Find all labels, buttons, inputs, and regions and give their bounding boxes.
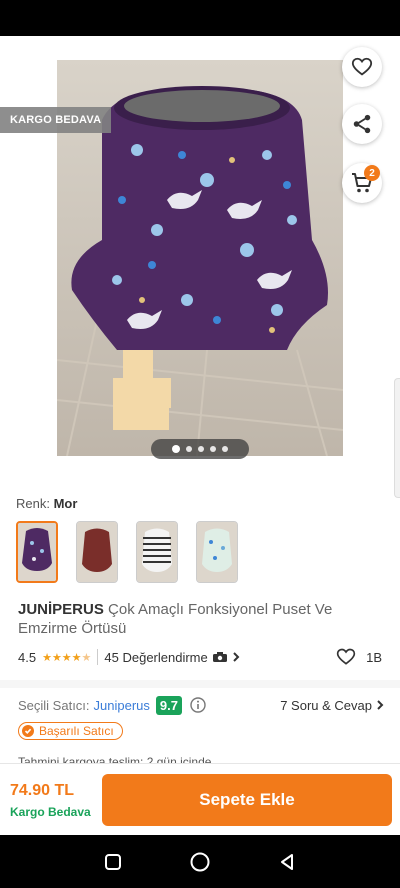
color-label: Renk: Mor bbox=[16, 496, 384, 511]
pager-dot[interactable] bbox=[210, 446, 216, 452]
chevron-right-icon bbox=[233, 652, 240, 662]
pager-dot[interactable] bbox=[222, 446, 228, 452]
bottom-purchase-bar: 74.90 TL Kargo Bedava Sepete Ekle bbox=[0, 763, 400, 835]
questions-count: 7 Soru & Cevap bbox=[280, 697, 372, 713]
section-divider bbox=[0, 680, 400, 688]
side-scroll-handle[interactable] bbox=[394, 378, 400, 498]
successful-seller-label: Başarılı Satıcı bbox=[39, 724, 114, 738]
free-shipping-badge: KARGO BEDAVA bbox=[0, 107, 112, 133]
pager-dot[interactable] bbox=[172, 445, 180, 453]
successful-seller-badge: Başarılı Satıcı bbox=[18, 722, 123, 740]
photo-pager[interactable] bbox=[151, 439, 249, 459]
heart-icon bbox=[351, 57, 373, 76]
shipping-label: Kargo Bedava bbox=[10, 805, 91, 819]
camera-icon bbox=[212, 652, 227, 662]
price: 74.90 TL bbox=[10, 782, 75, 799]
product-title: JUNİPERUS Çok Amaçlı Fonksiyonel Puset V… bbox=[18, 600, 382, 638]
medal-icon bbox=[22, 725, 34, 737]
back-button[interactable] bbox=[14, 50, 50, 86]
home-icon[interactable] bbox=[189, 851, 211, 873]
selected-color: Mor bbox=[53, 496, 78, 511]
seller-row: Seçili Satıcı: Juniperus 9.7 7 Soru & Ce… bbox=[18, 694, 384, 716]
rating-value: 4.5 bbox=[18, 649, 37, 665]
add-to-cart-button[interactable]: Sepete Ekle bbox=[102, 774, 392, 826]
cart-button[interactable]: 2 bbox=[342, 163, 382, 203]
rating-row: 4.5 ★★★★★ 45 Değerlendirme 1B bbox=[18, 646, 382, 668]
like-count: 1B bbox=[366, 649, 382, 665]
seller-label: Seçili Satıcı: bbox=[18, 697, 90, 713]
chevron-right-icon bbox=[377, 700, 384, 710]
divider bbox=[97, 649, 99, 665]
reviews-link[interactable]: 45 Değerlendirme bbox=[104, 649, 240, 665]
seller-score-badge: 9.7 bbox=[155, 695, 182, 715]
android-nav-bar bbox=[0, 835, 400, 888]
pager-dot[interactable] bbox=[186, 446, 192, 452]
status-bar bbox=[0, 0, 400, 36]
share-button[interactable] bbox=[342, 104, 382, 144]
info-icon[interactable] bbox=[190, 697, 206, 713]
color-thumb-mint-pattern[interactable] bbox=[196, 521, 238, 583]
pager-dot[interactable] bbox=[198, 446, 204, 452]
heart-icon bbox=[336, 648, 356, 665]
share-icon bbox=[353, 114, 371, 134]
product-gallery[interactable]: KARGO BEDAVA 2 bbox=[0, 36, 400, 478]
recents-icon[interactable] bbox=[103, 852, 123, 872]
color-thumb-striped[interactable] bbox=[136, 521, 178, 583]
questions-link[interactable]: 7 Soru & Cevap bbox=[280, 698, 384, 713]
seller-name-link[interactable]: Juniperus bbox=[94, 698, 150, 713]
color-thumb-burgundy[interactable] bbox=[76, 521, 118, 583]
color-label-text: Renk: bbox=[16, 496, 50, 511]
cart-count-badge: 2 bbox=[364, 165, 380, 181]
back-nav-icon[interactable] bbox=[277, 852, 297, 872]
product-brand[interactable]: JUNİPERUS bbox=[18, 601, 104, 618]
like-button[interactable]: 1B bbox=[336, 647, 382, 667]
rating-stars: ★★★★★ bbox=[42, 651, 92, 664]
favorite-button[interactable] bbox=[342, 47, 382, 87]
color-variant-section: Renk: Mor bbox=[16, 496, 384, 583]
arrow-left-icon bbox=[23, 59, 43, 77]
color-thumb-purple[interactable] bbox=[16, 521, 58, 583]
reviews-count: 45 Değerlendirme bbox=[104, 649, 208, 665]
